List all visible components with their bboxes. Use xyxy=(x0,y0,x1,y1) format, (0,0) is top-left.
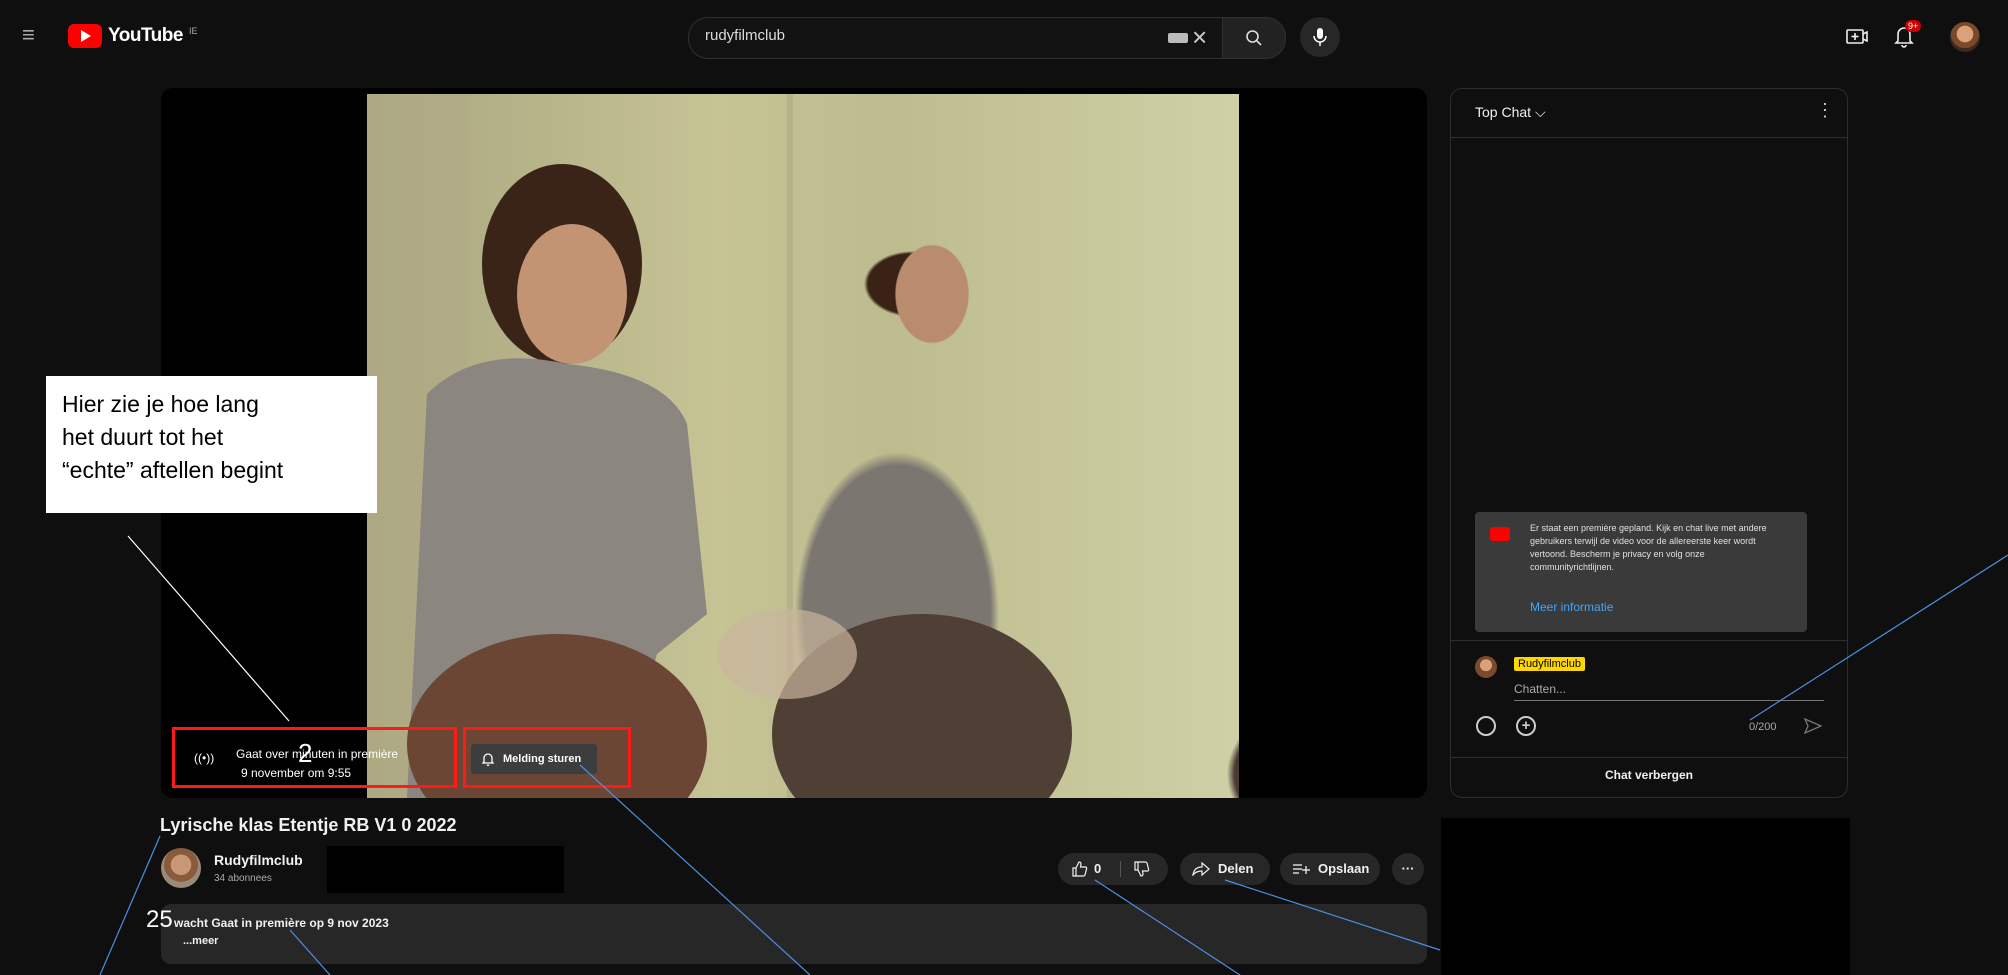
annotation-line xyxy=(579,764,811,975)
annotation-line xyxy=(289,929,331,975)
annotation-line xyxy=(1094,879,1241,975)
annotation-line xyxy=(127,535,290,722)
annotation-lines xyxy=(99,535,2008,975)
annotation-line xyxy=(1749,554,2008,721)
annotation-line xyxy=(1224,879,1441,951)
annotation-line xyxy=(99,835,161,975)
